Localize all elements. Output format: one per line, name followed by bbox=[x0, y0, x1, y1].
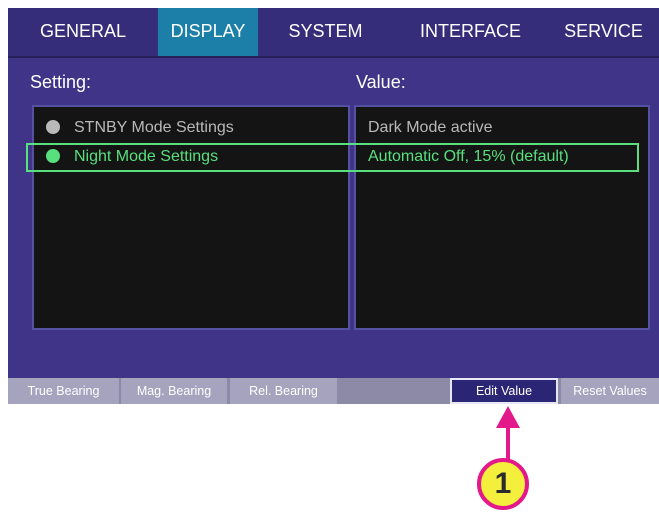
value-cell-stnby-mode[interactable]: Dark Mode active bbox=[368, 114, 493, 142]
status-dot-icon bbox=[46, 148, 60, 163]
tab-service[interactable]: SERVICE bbox=[548, 8, 659, 56]
list-item-night-mode[interactable]: Night Mode Settings bbox=[46, 143, 218, 171]
callout-badge: 1 bbox=[477, 458, 529, 510]
tab-general[interactable]: GENERAL bbox=[8, 8, 158, 56]
reset-values-button[interactable]: Reset Values bbox=[561, 378, 659, 404]
tab-system[interactable]: SYSTEM bbox=[258, 8, 393, 56]
mag-bearing-button[interactable]: Mag. Bearing bbox=[121, 378, 227, 404]
tab-display[interactable]: DISPLAY bbox=[158, 8, 258, 56]
value-header: Value: bbox=[356, 72, 406, 92]
true-bearing-button[interactable]: True Bearing bbox=[8, 378, 119, 404]
tab-divider bbox=[8, 56, 659, 58]
display-screen: GENERAL DISPLAY SYSTEM INTERFACE SERVICE… bbox=[8, 8, 659, 404]
status-dot-icon bbox=[46, 119, 60, 134]
setting-label: Night Mode Settings bbox=[74, 148, 219, 165]
setting-label: STNBY Mode Settings bbox=[74, 119, 234, 136]
edit-value-button[interactable]: Edit Value bbox=[450, 378, 558, 404]
value-cell-night-mode[interactable]: Automatic Off, 15% (default) bbox=[368, 143, 569, 171]
rel-bearing-button[interactable]: Rel. Bearing bbox=[230, 378, 337, 404]
tab-bar: GENERAL DISPLAY SYSTEM INTERFACE SERVICE bbox=[8, 8, 659, 56]
tab-interface[interactable]: INTERFACE bbox=[403, 8, 538, 56]
setting-header: Setting: bbox=[30, 72, 92, 92]
list-item-stnby-mode[interactable]: STNBY Mode Settings bbox=[46, 114, 234, 142]
